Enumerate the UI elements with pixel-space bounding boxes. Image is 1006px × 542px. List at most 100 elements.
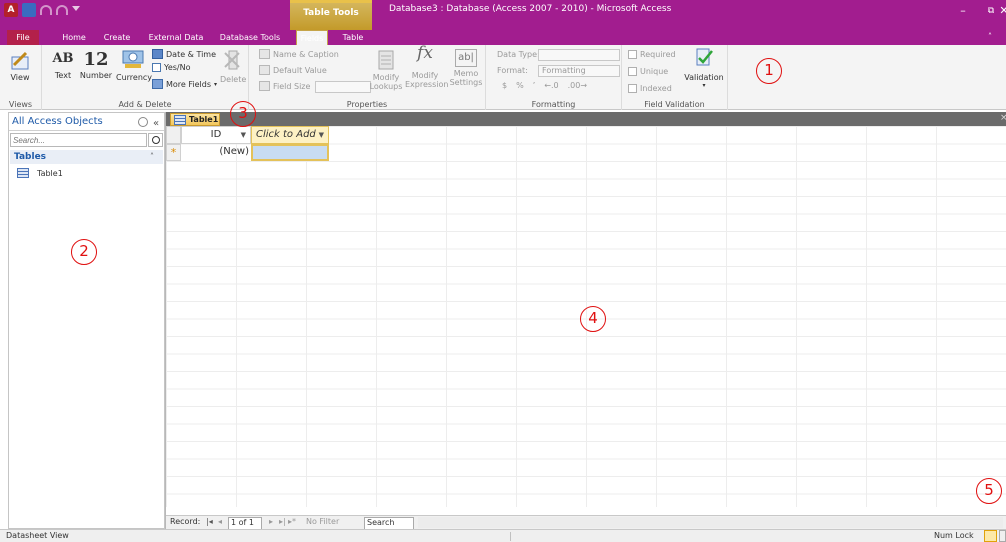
number-field-icon: 12 — [83, 49, 109, 70]
properties-group-label: Properties — [346, 100, 388, 109]
default-value-button[interactable]: Default Value — [259, 65, 327, 75]
status-divider — [510, 532, 511, 541]
next-record-button[interactable]: ▸ — [269, 517, 273, 526]
calendar-icon — [152, 49, 163, 59]
design-view-button[interactable] — [999, 530, 1006, 542]
default-value-label: Default Value — [273, 65, 327, 75]
modify-expression-button[interactable]: fx Modify Expression — [405, 45, 448, 90]
nav-collapse-icon[interactable]: « — [153, 115, 159, 133]
chevron-down-icon: ▾ — [214, 80, 218, 88]
horizontal-scrollbar[interactable] — [418, 517, 1003, 528]
memo-icon: ab| — [455, 49, 477, 67]
delete-field-button[interactable]: Delete — [220, 49, 246, 84]
minimize-button[interactable]: – — [953, 4, 973, 18]
text-field-button[interactable]: AB Text — [50, 51, 76, 80]
tab-table[interactable]: Table — [337, 30, 369, 45]
tab-file[interactable]: File — [7, 30, 39, 45]
nav-item-table1[interactable]: Table1 — [17, 166, 63, 180]
indexed-checkbox[interactable]: Indexed — [628, 84, 672, 93]
modify-lookups-icon — [378, 50, 394, 70]
format-select[interactable]: Formatting — [538, 65, 620, 77]
filter-toggle-button[interactable]: No Filter — [306, 517, 339, 526]
view-label: View — [10, 73, 30, 82]
more-fields-button[interactable]: More Fields ▾ — [152, 79, 217, 89]
nav-group-label: Tables — [14, 152, 47, 162]
tab-create[interactable]: Create — [101, 30, 133, 45]
date-time-button[interactable]: Date & Time — [152, 49, 216, 59]
ribbon-minimize-icon[interactable]: ˄ — [988, 32, 1006, 43]
nav-group-tables[interactable]: Tables ˄ — [10, 150, 163, 164]
field-size-input[interactable] — [315, 81, 371, 93]
tab-home[interactable]: Home — [60, 30, 88, 45]
new-record-id-cell[interactable]: (New) — [181, 144, 251, 161]
currency-format-button[interactable]: $ — [502, 81, 507, 90]
modify-lookups-button[interactable]: Modify Lookups — [369, 49, 403, 91]
nav-pane-header[interactable]: All Access Objects « — [9, 113, 164, 131]
search-icon[interactable] — [148, 133, 163, 147]
save-icon[interactable] — [22, 3, 36, 17]
previous-record-button[interactable]: ◂ — [218, 517, 222, 526]
comma-format-button[interactable]: ’ — [533, 81, 536, 90]
chevron-down-icon[interactable]: ▼ — [241, 127, 246, 143]
data-type-select[interactable] — [538, 49, 620, 61]
quick-access-toolbar: A — [4, 3, 80, 17]
close-document-icon[interactable]: × — [1000, 113, 1006, 123]
tab-fields[interactable]: Fields — [296, 30, 328, 45]
first-record-button[interactable]: |◂ — [206, 517, 213, 526]
tab-database-tools[interactable]: Database Tools — [218, 30, 282, 45]
qat-customize-icon[interactable] — [72, 6, 80, 14]
new-record-add-cell[interactable] — [251, 144, 329, 161]
chevron-down-icon[interactable]: ▼ — [319, 127, 324, 143]
decrease-decimals-button[interactable]: .00→ — [568, 81, 587, 90]
access-app-icon[interactable]: A — [4, 3, 18, 17]
yes-no-label: Yes/No — [164, 63, 191, 72]
memo-settings-button[interactable]: ab| Memo Settings — [447, 49, 485, 87]
unique-checkbox[interactable]: Unique — [628, 67, 668, 76]
date-time-label: Date & Time — [166, 49, 217, 59]
num-lock-indicator: Num Lock — [934, 531, 974, 540]
nav-category-dropdown-icon[interactable] — [138, 117, 148, 127]
tab-external-data[interactable]: External Data — [148, 30, 204, 45]
access-window: A Table Tools Database3 : Database (Acce… — [0, 0, 1006, 542]
add-delete-group-label: Add & Delete — [118, 100, 172, 109]
ribbon-tabs: File Home Create External Data Database … — [0, 30, 1006, 45]
column-header-id[interactable]: ID ▼ — [181, 126, 251, 144]
increase-decimals-button[interactable]: ←.0 — [544, 81, 558, 90]
name-caption-button[interactable]: Name & Caption — [259, 49, 339, 59]
views-group: View Views — [0, 45, 42, 110]
memo-settings-label-1: Memo — [453, 69, 479, 78]
last-record-button[interactable]: ▸| — [279, 517, 286, 526]
more-fields-icon — [152, 79, 163, 89]
column-header-click-to-add[interactable]: Click to Add ▼ — [251, 126, 329, 144]
format-label: Format: — [497, 66, 528, 75]
modify-lookups-label-1: Modify — [372, 73, 400, 82]
status-bar: Datasheet View Num Lock — [0, 529, 1006, 542]
select-all-cell[interactable] — [166, 126, 181, 144]
chevron-up-icon[interactable]: ˄ — [150, 150, 154, 164]
data-type-label: Data Type: — [497, 50, 540, 59]
new-record-row[interactable]: * (New) — [166, 144, 1006, 161]
new-record-button[interactable]: ▸* — [288, 517, 296, 526]
document-tab-table1[interactable]: Table1 — [170, 113, 220, 126]
nav-search-input[interactable] — [10, 133, 147, 147]
yes-no-button[interactable]: Yes/No — [152, 63, 191, 72]
required-checkbox[interactable]: Required — [628, 50, 676, 59]
table-tools-label: Table Tools — [303, 8, 359, 18]
number-format-buttons: $ % ’ ←.0 .00→ — [502, 81, 587, 90]
close-button[interactable]: ✕ — [998, 4, 1006, 18]
percent-format-button[interactable]: % — [516, 81, 524, 90]
checkbox-icon — [152, 63, 161, 72]
name-caption-icon — [259, 49, 270, 59]
new-record-selector[interactable]: * — [166, 144, 181, 161]
number-field-button[interactable]: 12 Number — [78, 49, 114, 80]
redo-icon[interactable] — [56, 5, 68, 15]
view-button[interactable]: View — [8, 49, 32, 82]
undo-icon[interactable] — [40, 5, 52, 15]
field-size-control: Field Size — [259, 81, 310, 91]
datasheet-view-button[interactable] — [984, 530, 997, 542]
number-field-label: Number — [79, 71, 113, 80]
currency-field-button[interactable]: Currency — [116, 47, 152, 82]
validation-button[interactable]: Validation ▾ — [684, 47, 724, 89]
nav-item-label: Table1 — [37, 168, 63, 178]
datasheet-header-row: ID ▼ Click to Add ▼ — [166, 126, 1006, 144]
